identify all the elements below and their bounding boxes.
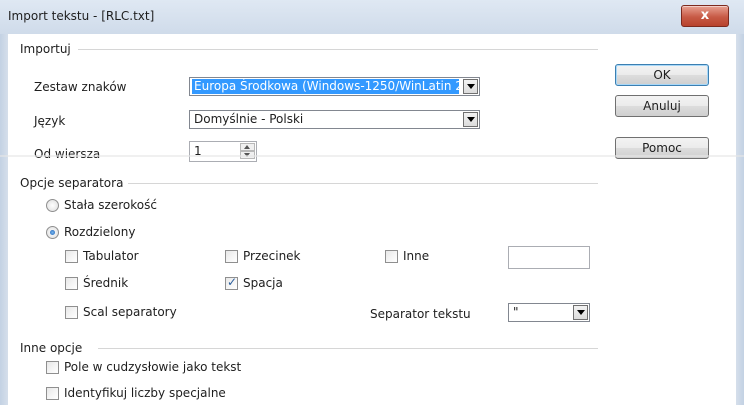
space-label[interactable]: Spacja bbox=[243, 276, 283, 290]
spin-up-icon[interactable] bbox=[240, 143, 255, 151]
quoted-as-text-checkbox[interactable] bbox=[46, 361, 59, 374]
separated-label[interactable]: Rozdzielony bbox=[64, 225, 135, 239]
other-checkbox[interactable] bbox=[385, 250, 398, 263]
space-checkbox[interactable] bbox=[225, 275, 238, 290]
chevron-down-icon[interactable] bbox=[573, 305, 588, 320]
text-separator-select[interactable]: " bbox=[508, 303, 590, 322]
window-left-frame bbox=[0, 34, 8, 405]
separated-radio[interactable] bbox=[46, 226, 59, 239]
from-row-label: Od wiersza bbox=[34, 147, 101, 161]
other-options-line bbox=[98, 348, 598, 349]
from-row-spinner[interactable]: 1 bbox=[189, 141, 257, 162]
fixed-width-label[interactable]: Stała szerokość bbox=[64, 198, 157, 212]
comma-checkbox[interactable] bbox=[225, 250, 238, 263]
semicolon-label[interactable]: Średnik bbox=[83, 276, 128, 290]
tab-checkbox[interactable] bbox=[65, 250, 78, 263]
other-separator-input[interactable] bbox=[508, 246, 590, 269]
window-title: Import tekstu - [RLC.txt] bbox=[8, 9, 155, 23]
import-group-line bbox=[78, 49, 598, 50]
language-select[interactable]: Domyślnie - Polski bbox=[189, 110, 480, 129]
fixed-width-radio[interactable] bbox=[46, 199, 59, 212]
separator-group-line bbox=[128, 183, 598, 184]
merge-separators-label[interactable]: Scal separatory bbox=[83, 305, 177, 319]
window-right-frame bbox=[736, 34, 744, 405]
divider bbox=[0, 155, 744, 157]
separator-group-heading: Opcje separatora bbox=[20, 176, 124, 190]
charset-select[interactable]: Europa Środkowa (Windows-1250/WinLatin 2… bbox=[189, 77, 480, 96]
language-value: Domyślnie - Polski bbox=[194, 112, 304, 126]
close-button[interactable]: x bbox=[681, 5, 729, 27]
detect-special-label[interactable]: Identyfikuj liczby specjalne bbox=[64, 386, 226, 400]
text-separator-value: " bbox=[513, 305, 519, 319]
charset-value: Europa Środkowa (Windows-1250/WinLatin 2… bbox=[192, 79, 459, 94]
tab-label[interactable]: Tabulator bbox=[83, 249, 139, 263]
quoted-as-text-label[interactable]: Pole w cudzysłowie jako tekst bbox=[64, 360, 241, 374]
charset-label: Zestaw znaków bbox=[34, 80, 127, 94]
cancel-button[interactable]: Anuluj bbox=[615, 95, 709, 117]
semicolon-checkbox[interactable] bbox=[65, 277, 78, 290]
detect-special-checkbox[interactable] bbox=[46, 387, 59, 400]
ok-button[interactable]: OK bbox=[615, 64, 709, 86]
chevron-down-icon[interactable] bbox=[463, 79, 478, 94]
language-label: Język bbox=[34, 114, 66, 128]
import-group-heading: Importuj bbox=[20, 42, 71, 56]
merge-separators-checkbox[interactable] bbox=[65, 306, 78, 319]
close-icon: x bbox=[700, 8, 710, 23]
chevron-down-icon[interactable] bbox=[463, 112, 478, 127]
text-separator-label: Separator tekstu bbox=[370, 307, 471, 321]
other-label[interactable]: Inne bbox=[403, 249, 429, 263]
comma-label[interactable]: Przecinek bbox=[243, 249, 301, 263]
other-options-heading: Inne opcje bbox=[20, 341, 83, 355]
